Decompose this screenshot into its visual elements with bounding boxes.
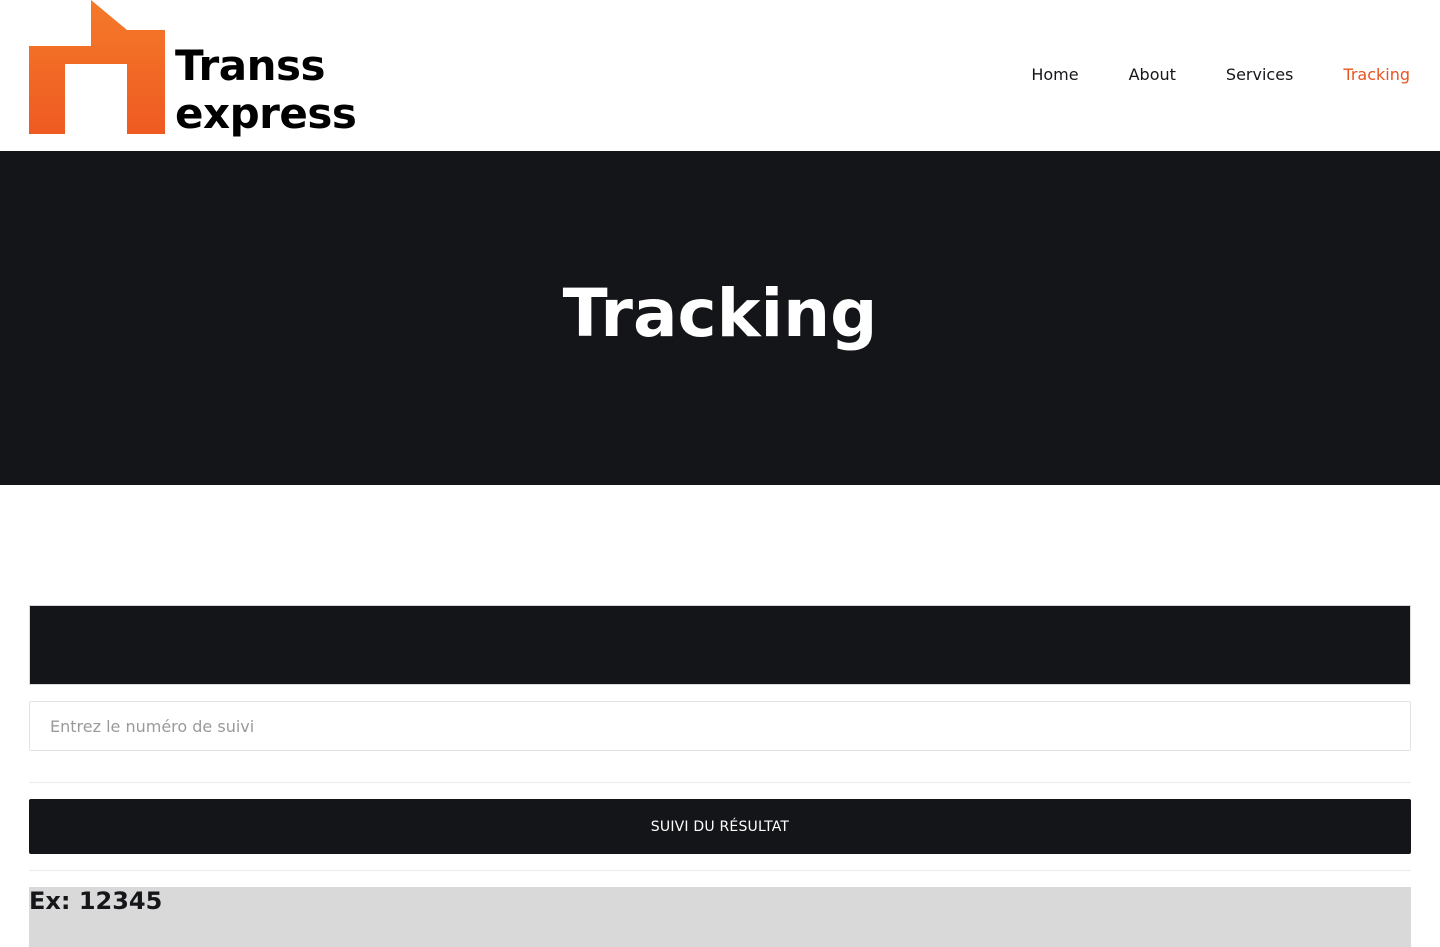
form-header-bar — [29, 605, 1411, 685]
tracking-form: SUIVI DU RÉSULTAT Ex: 12345 — [29, 605, 1411, 947]
divider — [29, 870, 1411, 871]
hero-banner: Tracking — [0, 151, 1440, 485]
example-hint-bar: Ex: 12345 — [29, 887, 1411, 947]
example-hint-text: Ex: 12345 — [29, 887, 163, 915]
track-submit-button[interactable]: SUIVI DU RÉSULTAT — [29, 799, 1411, 854]
brand-logo-link[interactable]: Transs express — [29, 0, 359, 150]
nav-about[interactable]: About — [1129, 60, 1176, 90]
main-nav: Home About Services Tracking — [981, 60, 1410, 90]
nav-tracking[interactable]: Tracking — [1343, 60, 1410, 90]
page-title: Tracking — [562, 275, 878, 352]
brand-name-line1: Transs — [175, 41, 326, 90]
site-header: Transs express Home About Services Track… — [0, 0, 1440, 151]
house-logo-icon — [29, 0, 165, 134]
tracking-number-input[interactable] — [29, 701, 1411, 751]
nav-home[interactable]: Home — [1031, 60, 1078, 90]
divider — [29, 782, 1411, 783]
brand-name-line2: express — [175, 89, 357, 138]
nav-services[interactable]: Services — [1226, 60, 1293, 90]
brand-name: Transs express — [175, 41, 357, 138]
